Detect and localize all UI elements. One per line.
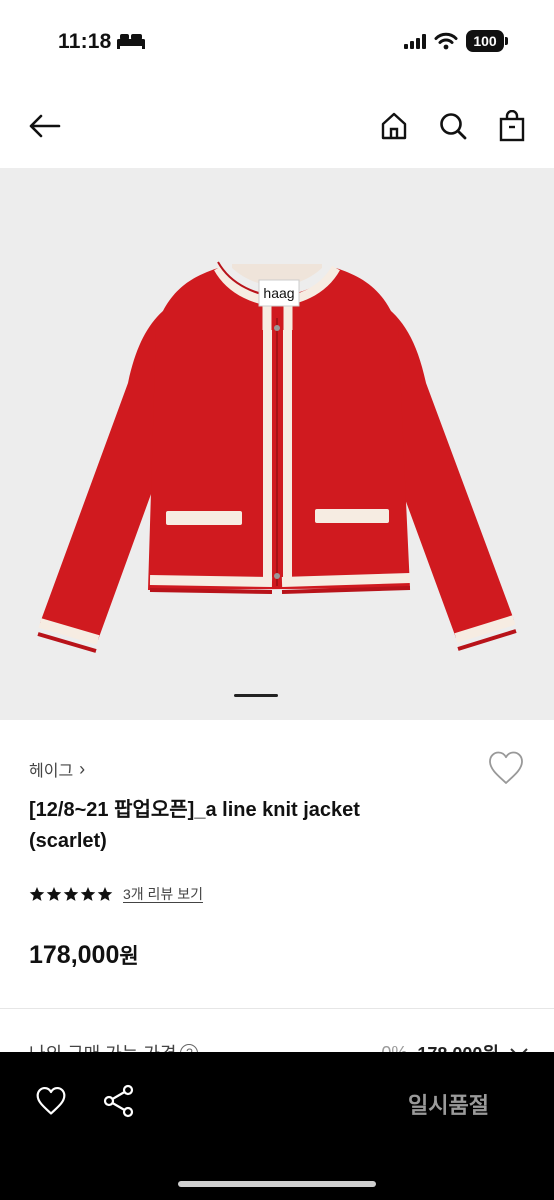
status-bar: 11:18 100 [0,0,554,80]
arrow-left-icon [29,114,61,138]
wishlist-button[interactable] [486,750,526,786]
section-divider [0,1008,554,1009]
wifi-icon [434,32,458,50]
chevron-right-icon: › [79,758,86,779]
heart-outline-icon [489,751,523,784]
star-icon [80,887,96,901]
rating-row: 3개 리뷰 보기 [29,884,203,904]
shopping-bag-icon [499,110,525,142]
back-button[interactable] [26,108,62,144]
status-indicators: 100 [404,30,508,52]
star-icon [29,887,45,901]
jacket-image: haag [37,261,517,653]
bag-button[interactable] [494,108,530,144]
bottom-wishlist-button[interactable] [34,1086,68,1121]
share-icon [103,1084,134,1118]
star-rating [29,886,113,902]
product-title-line2: (scarlet) [29,830,107,852]
heart-icon [36,1087,66,1115]
home-button[interactable] [376,108,412,144]
price-currency: 원 [119,945,139,968]
cellular-signal-icon [404,33,426,49]
bottom-action-bar: 일시품절 [0,1052,554,1200]
star-icon [63,887,79,901]
battery-level: 100 [466,30,504,52]
product-price: 178,000원 [29,940,139,970]
brand-name: 헤이그 [29,763,74,780]
search-button[interactable] [435,108,471,144]
search-icon [440,113,467,140]
share-button[interactable] [102,1084,136,1123]
price-number: 178,000 [29,941,120,969]
product-title: [12/8~21 팝업오픈]_a line knit jacket (scarl… [29,795,459,857]
star-icon [97,887,113,901]
carousel-page-indicator [234,694,278,697]
brand-link[interactable]: 헤이그 › [29,757,85,781]
bed-icon [117,34,145,49]
product-image-carousel[interactable]: haag [0,168,554,720]
star-icon [46,887,62,901]
status-time: 11:18 [58,30,112,53]
jacket-brand-label: haag [263,285,294,301]
reviews-link[interactable]: 3개 리뷰 보기 [123,884,203,904]
home-icon [381,112,407,140]
home-indicator [178,1181,376,1187]
product-title-line1: [12/8~21 팝업오픈]_a line knit jacket [29,799,360,821]
battery-icon: 100 [466,30,508,52]
sold-out-button[interactable]: 일시품절 [408,1088,489,1120]
top-nav-bar [0,92,554,162]
